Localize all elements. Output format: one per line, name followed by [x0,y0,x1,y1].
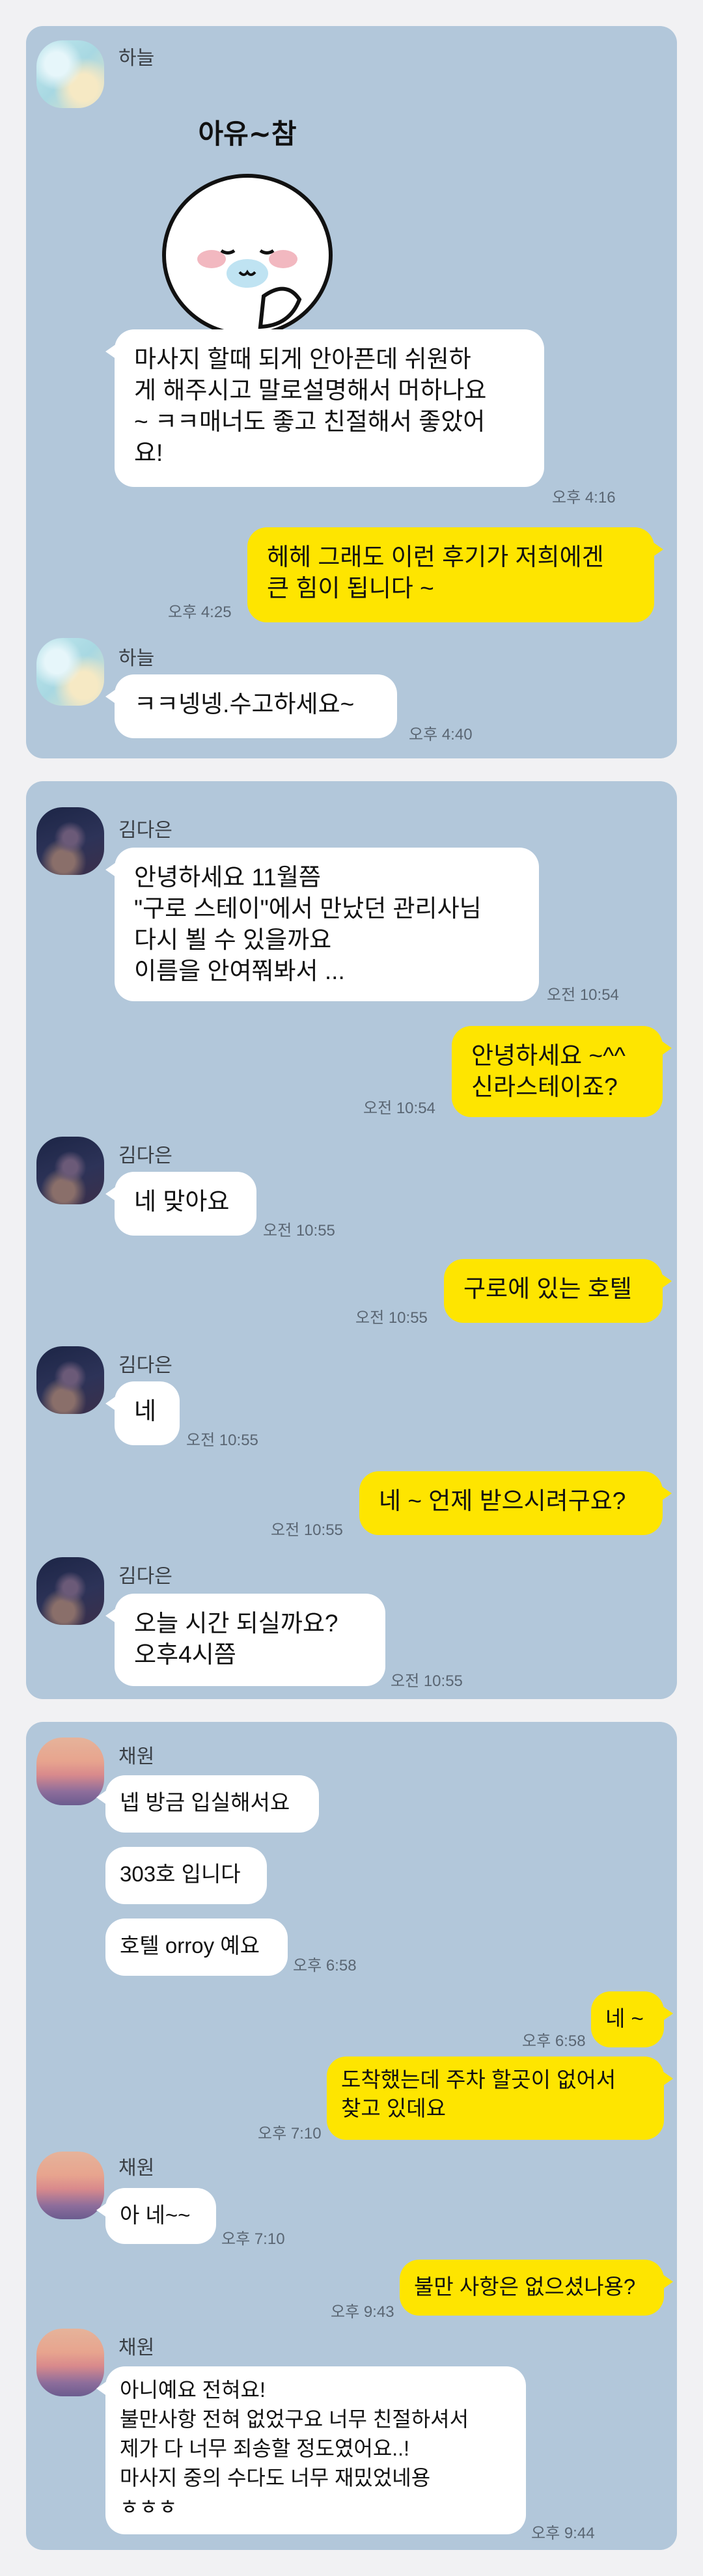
message-bubble[interactable]: 안녕하세요 11월쯤 "구로 스테이"에서 만났던 관리사님 다시 뵐 수 있을… [105,848,539,1001]
reply-bubble[interactable]: 불만 사항은 없으셨나용? [400,2260,673,2316]
reply-bubble[interactable]: 네 ~ 언제 받으시려구요? [359,1471,672,1535]
avatar[interactable] [36,1346,104,1414]
message-bubble[interactable]: 호텔 orroy 예요 [105,1918,288,1976]
message-bubble[interactable]: 아 네~~ [96,2188,216,2244]
chat-screenshot-3: 채원 넵 방금 입실해서요 303호 입니다 호텔 orroy 예요 오후 6:… [26,1722,677,2550]
message-time: 오전 10:55 [186,1432,258,1449]
avatar[interactable] [36,2329,104,2396]
sender-name: 하늘 [118,48,155,69]
message-time: 오전 10:54 [547,986,619,1004]
avatar[interactable] [36,2152,104,2219]
message-time: 오후 7:10 [221,2230,285,2248]
sender-name: 김다은 [118,820,172,841]
message-time: 오전 10:55 [391,1672,463,1690]
sender-name: 채원 [118,2157,155,2179]
avatar[interactable] [36,1557,104,1625]
avatar[interactable] [36,40,104,108]
sender-name: 김다은 [118,1355,172,1376]
message-time: 오후 6:58 [522,2032,586,2050]
message-bubble[interactable]: 마사지 할때 되게 안아픈데 쉬원하 게 해주시고 말로설명해서 머하나요 ~ … [105,329,544,487]
reply-bubble[interactable]: 네 ~ [591,1991,673,2047]
message-time: 오후 9:43 [331,2303,394,2321]
sender-name: 김다은 [118,1145,172,1167]
message-time: 오전 10:54 [363,1100,435,1117]
reply-bubble[interactable]: 헤헤 그래도 이런 후기가 저희에겐 큰 힘이 됩니다 ~ [247,527,663,622]
avatar[interactable] [36,807,104,875]
message-time: 오후 4:16 [552,489,616,506]
message-time: 오전 10:55 [271,1521,343,1539]
reply-bubble[interactable]: 구로에 있는 호텔 [444,1259,672,1323]
chat-screenshot-2: 김다은 안녕하세요 11월쯤 "구로 스테이"에서 만났던 관리사님 다시 뵐 … [26,781,677,1699]
message-time: 오후 6:58 [293,1957,357,1974]
chat-screenshot-1: 하늘 아유~참 마사지 할때 되게 안아픈데 쉬원하 게 해주시고 말로설명해서… [26,26,677,758]
svg-text:아유~참: 아유~참 [198,118,296,150]
reply-bubble[interactable]: 안녕하세요 ~^^ 신라스테이죠? [452,1026,672,1117]
sender-name: 김다은 [118,1566,172,1587]
message-bubble[interactable]: ㅋㅋ넹넹.수고하세요~ [105,674,397,738]
reply-bubble[interactable]: 도착했는데 주차 할곳이 없어서 찾고 있데요 [327,2057,673,2140]
message-time: 오후 4:40 [409,726,473,743]
smiling-character-sticker: 아유~참 [162,118,333,332]
sender-name: 채원 [118,1746,155,1767]
message-bubble[interactable]: 303호 입니다 [105,1847,267,1904]
avatar[interactable] [36,638,104,706]
avatar[interactable] [36,1738,104,1805]
message-bubble[interactable]: 네 [105,1381,180,1445]
message-bubble[interactable]: 넵 방금 입실해서요 [96,1775,319,1833]
message-bubble[interactable]: 네 맞아요 [105,1172,256,1236]
message-time: 오후 7:10 [258,2125,322,2142]
message-time: 오전 10:55 [355,1309,428,1327]
sender-name: 채원 [118,2337,155,2359]
message-time: 오후 4:25 [168,603,232,621]
sender-name: 하늘 [118,648,155,669]
avatar[interactable] [36,1137,104,1204]
message-time: 오전 10:55 [263,1222,335,1240]
message-bubble[interactable]: 오늘 시간 되실까요? 오후4시쯤 [105,1594,385,1686]
message-time: 오후 9:44 [531,2525,595,2542]
message-bubble[interactable]: 아니예요 전혀요! 불만사항 전혀 없었구요 너무 친절하셔서 제가 다 너무 … [96,2366,526,2534]
